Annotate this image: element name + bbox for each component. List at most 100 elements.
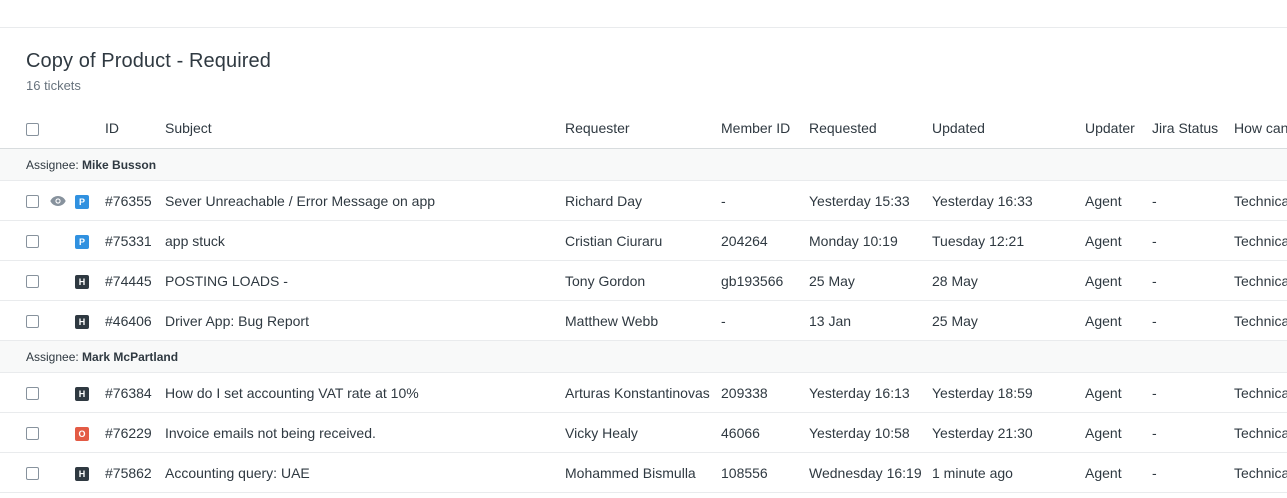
column-header-updater[interactable]: Updater [1085,108,1152,149]
column-header-updated[interactable]: Updated [932,108,1085,149]
group-row: Assignee: Mike Busson [0,148,1287,181]
table-row[interactable]: H #75862 Accounting query: UAE Mohammed Bis… [0,452,1287,493]
column-header-member-id[interactable]: Member ID [721,108,809,149]
top-bar [0,0,1287,28]
ticket-how-can: Technica [1234,180,1287,221]
ticket-subject[interactable]: POSTING LOADS - [165,260,565,301]
ticket-member-id: 204264 [721,220,809,261]
status-badge: H [75,314,89,329]
ticket-member-id: gb193566 [721,260,809,301]
ticket-updater: Agent [1085,412,1152,453]
ticket-updated: Tuesday 12:21 [932,220,1085,261]
ticket-how-can: Technica [1234,260,1287,301]
ticket-id: #74445 [105,260,165,301]
row-checkbox[interactable] [26,235,39,249]
table-row[interactable]: O #76229 Invoice emails not being received… [0,412,1287,453]
group-label: Assignee: [26,349,79,364]
ticket-id: #75862 [105,452,165,493]
row-checkbox[interactable] [26,387,39,401]
ticket-requested: Yesterday 15:33 [809,180,932,221]
group-assignee-name: Mark McPartland [82,349,179,364]
select-all-checkbox[interactable] [26,122,39,136]
ticket-subject[interactable]: Driver App: Bug Report [165,300,565,341]
ticket-updater: Agent [1085,220,1152,261]
ticket-jira-status: - [1152,372,1234,413]
ticket-member-id: - [721,300,809,341]
ticket-member-id: 209338 [721,372,809,413]
ticket-how-can: Technica [1234,412,1287,453]
ticket-jira-status: - [1152,452,1234,493]
ticket-updater: Agent [1085,260,1152,301]
ticket-updated: 28 May [932,260,1085,301]
ticket-updated: Yesterday 21:30 [932,412,1085,453]
status-badge: H [75,466,89,481]
status-badge: O [75,426,89,441]
ticket-requester: Richard Day [565,180,721,221]
ticket-updated: 25 May [932,300,1085,341]
ticket-member-id: 46066 [721,412,809,453]
column-header-id[interactable]: ID [105,108,165,149]
ticket-requested: 13 Jan [809,300,932,341]
ticket-jira-status: - [1152,220,1234,261]
ticket-how-can: Technica [1234,300,1287,341]
ticket-subject[interactable]: Accounting query: UAE [165,452,565,493]
group-assignee-name: Mike Busson [82,157,157,172]
ticket-requester: Vicky Healy [565,412,721,453]
ticket-subject[interactable]: Sever Unreachable / Error Message on app [165,180,565,221]
row-checkbox[interactable] [26,195,39,209]
ticket-jira-status: - [1152,412,1234,453]
ticket-how-can: Technica [1234,452,1287,493]
ticket-id: #46406 [105,300,165,341]
ticket-requester: Arturas Konstantinovas [565,372,721,413]
view-header: Copy of Product - Required 16 tickets [26,48,271,94]
table-row[interactable]: H #76384 How do I set accounting VAT rate … [0,372,1287,413]
view-title: Copy of Product - Required [26,50,271,72]
table-header-row: ID Subject Requester Member ID Requested… [0,108,1287,149]
ticket-member-id: 108556 [721,452,809,493]
ticket-subject[interactable]: Invoice emails not being received. [165,412,565,453]
column-header-requester[interactable]: Requester [565,108,721,149]
tickets-body: Assignee: Mike Busson P #76355 Sever Unreac… [0,148,1287,493]
ticket-requester: Tony Gordon [565,260,721,301]
ticket-count: 16 tickets [26,78,81,93]
group-row: Assignee: Mark McPartland [0,340,1287,373]
row-checkbox[interactable] [26,427,39,441]
ticket-requester: Mohammed Bismulla [565,452,721,493]
ticket-subject[interactable]: app stuck [165,220,565,261]
ticket-updater: Agent [1085,452,1152,493]
row-checkbox[interactable] [26,467,39,481]
table-row[interactable]: P #76355 Sever Unreachable / Error Message… [0,180,1287,221]
ticket-how-can: Technica [1234,220,1287,261]
column-header-jira-status[interactable]: Jira Status [1152,108,1234,149]
column-header-subject[interactable]: Subject [165,108,565,149]
column-header-requested[interactable]: Requested [809,108,932,149]
ticket-id: #76355 [105,180,165,221]
ticket-requested: 25 May [809,260,932,301]
select-all-cell [0,108,47,149]
ticket-requester: Matthew Webb [565,300,721,341]
ticket-updated: Yesterday 16:33 [932,180,1085,221]
ticket-requested: Wednesday 16:19 [809,452,932,493]
row-checkbox[interactable] [26,315,39,329]
ticket-jira-status: - [1152,180,1234,221]
table-row[interactable]: H #46406 Driver App: Bug Report Matthew Web… [0,300,1287,341]
status-badge: H [75,386,89,401]
table-row[interactable]: P #75331 app stuck Cristian Ciuraru 204264 Mo… [0,220,1287,261]
table-row[interactable]: H #74445 POSTING LOADS - Tony Gordon gb19356… [0,260,1287,301]
ticket-updater: Agent [1085,372,1152,413]
ticket-id: #76229 [105,412,165,453]
status-badge: P [75,194,89,209]
tickets-table: ID Subject Requester Member ID Requested… [0,108,1287,493]
ticket-requester: Cristian Ciuraru [565,220,721,261]
eye-icon [50,193,66,209]
ticket-subject[interactable]: How do I set accounting VAT rate at 10% [165,372,565,413]
ticket-updater: Agent [1085,180,1152,221]
ticket-id: #75331 [105,220,165,261]
status-badge: H [75,274,89,289]
ticket-updater: Agent [1085,300,1152,341]
row-checkbox[interactable] [26,275,39,289]
group-label: Assignee: [26,157,79,172]
ticket-updated: 1 minute ago [932,452,1085,493]
ticket-updated: Yesterday 18:59 [932,372,1085,413]
column-header-how-can[interactable]: How can [1234,108,1287,149]
